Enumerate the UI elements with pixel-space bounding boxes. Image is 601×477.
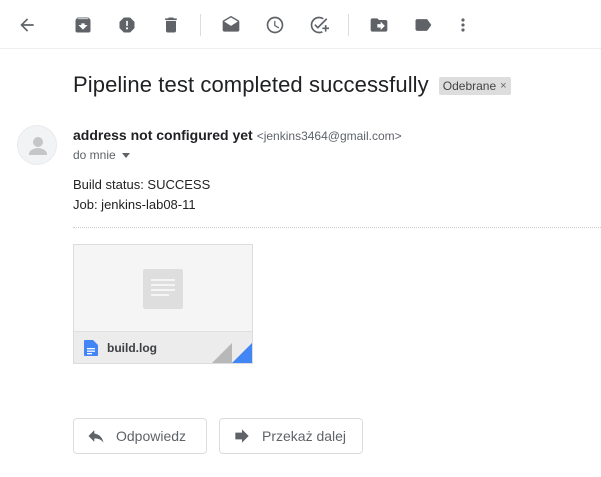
forward-button[interactable]: Przekaż dalej [219, 418, 363, 454]
email-subject: Pipeline test completed successfully [73, 72, 429, 97]
delete-icon[interactable] [153, 9, 189, 41]
attachment-divider [73, 227, 601, 228]
attachment-corner-fold [212, 343, 232, 363]
document-preview-icon [143, 269, 183, 309]
sender-row: address not configured yet <jenkins3464@… [73, 127, 402, 143]
attachment-corner-accent [232, 343, 252, 363]
chevron-down-icon[interactable] [121, 152, 130, 158]
reply-button-label[interactable]: Odpowiedz [116, 428, 186, 444]
toolbar-separator [200, 14, 201, 36]
email-body: Build status: SUCCESS Job: jenkins-lab08… [73, 175, 210, 215]
attachment-name: build.log [107, 340, 157, 355]
move-to-icon[interactable] [361, 9, 397, 41]
reply-button[interactable]: Odpowiedz [73, 418, 207, 454]
label-remove-icon[interactable]: × [500, 80, 506, 92]
toolbar-separator [348, 14, 349, 36]
add-task-icon[interactable] [301, 9, 337, 41]
snooze-icon[interactable] [257, 9, 293, 41]
attachment-card[interactable]: build.log [73, 244, 253, 364]
label-chip-text[interactable]: Odebrane [443, 79, 496, 93]
avatar [17, 125, 57, 165]
archive-icon[interactable] [65, 9, 101, 41]
mark-unread-icon[interactable] [213, 9, 249, 41]
recipient-label[interactable]: do mnie [73, 148, 116, 162]
reply-icon [88, 430, 104, 443]
label-icon[interactable] [405, 9, 441, 41]
recipient-details[interactable]: do mnie [73, 148, 130, 162]
subject-row: Pipeline test completed successfully Ode… [73, 70, 511, 100]
forward-button-label[interactable]: Przekaż dalej [262, 428, 346, 444]
body-line: Job: jenkins-lab08-11 [73, 197, 196, 212]
sender-name[interactable]: address not configured yet [73, 127, 253, 143]
document-icon [84, 339, 98, 356]
more-vert-icon[interactable] [445, 9, 481, 41]
attachment-preview[interactable] [74, 245, 252, 331]
label-chip[interactable]: Odebrane × [438, 77, 511, 95]
forward-icon [235, 429, 249, 443]
sender-email: <jenkins3464@gmail.com> [256, 129, 402, 143]
toolbar [0, 0, 601, 49]
back-arrow-icon[interactable] [9, 9, 45, 41]
person-icon [29, 137, 47, 155]
body-line: Build status: SUCCESS [73, 177, 211, 192]
report-spam-icon[interactable] [109, 9, 145, 41]
